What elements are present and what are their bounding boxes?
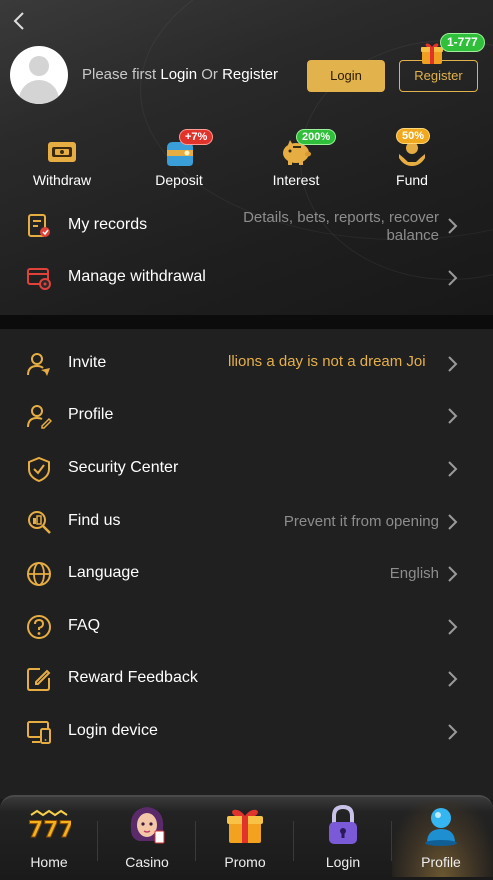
chevron-left-icon[interactable] <box>10 10 30 32</box>
section-divider <box>0 315 493 329</box>
tab-promo[interactable]: Promo <box>196 801 294 877</box>
fund-label: Fund <box>396 172 428 188</box>
tab-home[interactable]: 777 Home <box>0 801 98 877</box>
my-records-value: Details, bets, reports, recover balance <box>243 209 439 244</box>
menu-item-login-device[interactable]: Login device <box>0 706 493 758</box>
gift-icon[interactable] <box>420 40 443 64</box>
menu-item-language[interactable]: Language English <box>0 548 493 600</box>
profile-edit-icon <box>26 403 53 429</box>
deposit-action[interactable]: +7% Deposit <box>139 129 219 192</box>
menu-item-faq[interactable]: FAQ <box>0 601 493 653</box>
manage-withdrawal-label: Manage withdrawal <box>68 268 206 285</box>
chevron-right-icon <box>447 512 459 532</box>
tab-promo-label: Promo <box>224 854 266 870</box>
my-records-label: My records <box>68 216 148 233</box>
menu-item-security-center[interactable]: Security Center <box>0 443 493 495</box>
invite-marquee: llions a day is not a dream Joi <box>228 353 426 370</box>
login-prompt: Please first Login Or Register <box>82 66 278 83</box>
gift-badge: 1-777 <box>440 33 485 52</box>
user-bust-icon <box>419 803 463 847</box>
slot-777-icon: 777 <box>27 803 74 847</box>
invite-label: Invite <box>68 354 107 371</box>
wallet-card-icon <box>46 136 78 166</box>
fund-action[interactable]: 50% Fund <box>372 128 452 192</box>
tab-casino[interactable]: Casino <box>98 801 196 877</box>
tab-login-label: Login <box>325 854 361 870</box>
profile-label: Profile <box>68 406 114 423</box>
devices-icon <box>26 719 52 745</box>
reward-feedback-label: Reward Feedback <box>68 669 198 686</box>
globe-icon <box>26 561 52 587</box>
find-us-value: Prevent it from opening <box>283 513 439 530</box>
tab-profile[interactable]: Profile <box>392 801 493 877</box>
edit-note-icon <box>26 666 52 692</box>
fund-badge: 50% <box>396 128 431 144</box>
security-center-label: Security Center <box>68 459 179 476</box>
chevron-right-icon <box>447 722 459 742</box>
prompt-login-link[interactable]: Login <box>160 66 197 83</box>
prompt-or-text: Or <box>201 66 218 83</box>
menu-item-profile[interactable]: Profile <box>0 390 493 442</box>
question-icon <box>26 614 52 640</box>
chevron-right-icon <box>447 564 459 584</box>
chevron-right-icon <box>447 268 459 288</box>
deposit-badge: +7% <box>179 129 214 145</box>
gift-box-icon <box>223 803 267 847</box>
padlock-icon <box>321 803 365 847</box>
casino-girl-icon <box>125 803 169 847</box>
profile-header: Please first Login Or Register Login Reg… <box>0 0 493 315</box>
withdraw-action[interactable]: Withdraw <box>22 132 102 192</box>
svg-text:777: 777 <box>28 818 71 843</box>
avatar[interactable] <box>10 46 68 104</box>
interest-badge: 200% <box>296 129 337 145</box>
language-label: Language <box>68 564 140 581</box>
menu-item-reward-feedback[interactable]: Reward Feedback <box>0 653 493 705</box>
withdrawal-settings-icon <box>26 265 52 291</box>
interest-action[interactable]: 200% Interest <box>256 129 337 192</box>
chevron-right-icon <box>447 216 459 236</box>
login-button[interactable]: Login <box>307 60 385 92</box>
chevron-right-icon <box>447 406 459 426</box>
chevron-right-icon <box>447 354 459 374</box>
deposit-label: Deposit <box>155 172 203 188</box>
login-device-label: Login device <box>68 722 158 739</box>
prompt-text: Please first <box>82 66 157 83</box>
faq-label: FAQ <box>68 617 101 634</box>
invite-user-icon <box>26 351 52 377</box>
find-us-label: Find us <box>68 512 121 529</box>
prompt-register-link[interactable]: Register <box>222 66 278 83</box>
chevron-right-icon <box>447 669 459 689</box>
menu-item-my-records[interactable]: My records Details, bets, reports, recov… <box>0 200 493 252</box>
chevron-right-icon <box>447 617 459 637</box>
chevron-right-icon <box>447 459 459 479</box>
withdraw-label: Withdraw <box>32 172 92 188</box>
records-icon <box>26 213 52 239</box>
tab-casino-label: Casino <box>125 854 169 870</box>
tab-profile-label: Profile <box>421 854 461 870</box>
interest-label: Interest <box>272 172 320 188</box>
language-value: English <box>389 565 439 582</box>
find-search-icon <box>26 509 52 535</box>
menu-item-find-us[interactable]: Find us Prevent it from opening <box>0 496 493 548</box>
tab-home-label: Home <box>30 854 68 870</box>
shield-check-icon <box>26 456 52 483</box>
tab-login[interactable]: Login <box>294 801 392 877</box>
menu-item-manage-withdrawal[interactable]: Manage withdrawal <box>0 252 493 304</box>
bottom-tab-bar: 777 Home Casino Promo Login Profile <box>0 795 493 880</box>
